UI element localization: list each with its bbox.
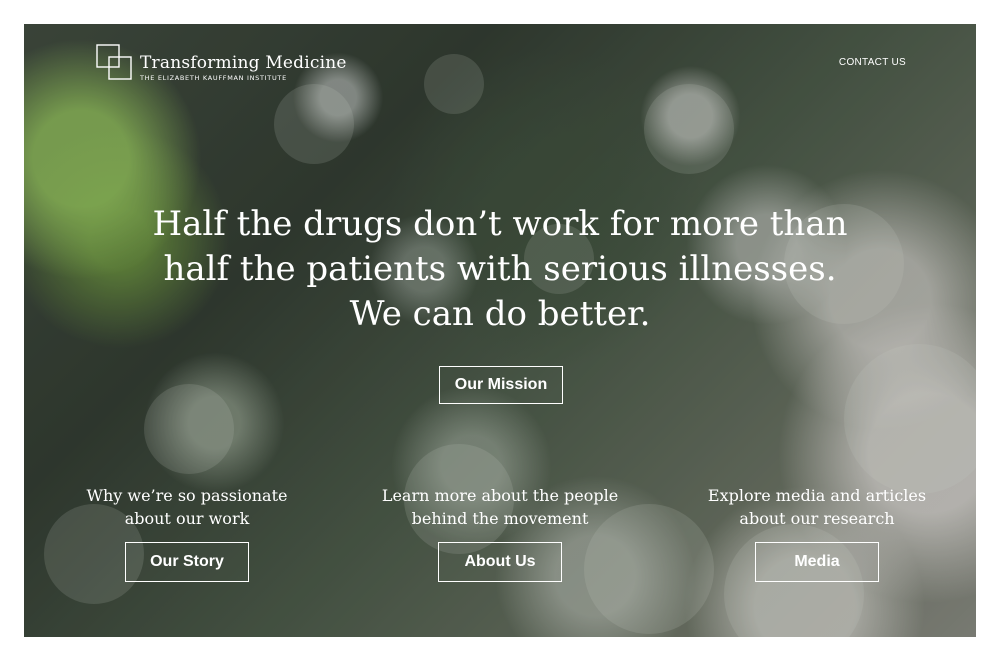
headline-line: We can do better. — [349, 294, 651, 334]
hero-section: Half the drugs don’t work for more than … — [24, 202, 976, 337]
headline-line: Half the drugs don’t work for more than — [152, 204, 848, 244]
contact-us-link[interactable]: CONTACT US — [839, 57, 906, 68]
column-text-line: about our research — [739, 509, 895, 528]
column-text-line: about our work — [124, 509, 250, 528]
our-story-button[interactable]: Our Story — [125, 542, 249, 582]
feature-column-about: Learn more about the people behind the m… — [360, 484, 640, 582]
media-button[interactable]: Media — [755, 542, 879, 582]
column-description: Learn more about the people behind the m… — [360, 484, 640, 530]
hero-background: Transforming Medicine THE ELIZABETH KAUF… — [24, 24, 976, 637]
about-us-button[interactable]: About Us — [438, 542, 562, 582]
feature-column-media: Explore media and articles about our res… — [677, 484, 957, 582]
hero-headline: Half the drugs don’t work for more than … — [24, 202, 976, 337]
column-text-line: behind the movement — [411, 509, 589, 528]
logo-subtitle: THE ELIZABETH KAUFFMAN INSTITUTE — [140, 74, 287, 82]
headline-line: half the patients with serious illnesses… — [163, 249, 837, 289]
logo-title: Transforming Medicine — [140, 53, 347, 73]
overlapping-squares-icon — [96, 44, 134, 84]
site-logo[interactable]: Transforming Medicine THE ELIZABETH KAUF… — [96, 44, 347, 84]
feature-column-story: Why we’re so passionate about our work O… — [47, 484, 327, 582]
column-text-line: Learn more about the people — [381, 486, 619, 505]
column-text-line: Explore media and articles — [707, 486, 927, 505]
our-mission-button[interactable]: Our Mission — [439, 366, 563, 404]
column-description: Why we’re so passionate about our work — [47, 484, 327, 530]
column-text-line: Why we’re so passionate — [86, 486, 288, 505]
column-description: Explore media and articles about our res… — [677, 484, 957, 530]
